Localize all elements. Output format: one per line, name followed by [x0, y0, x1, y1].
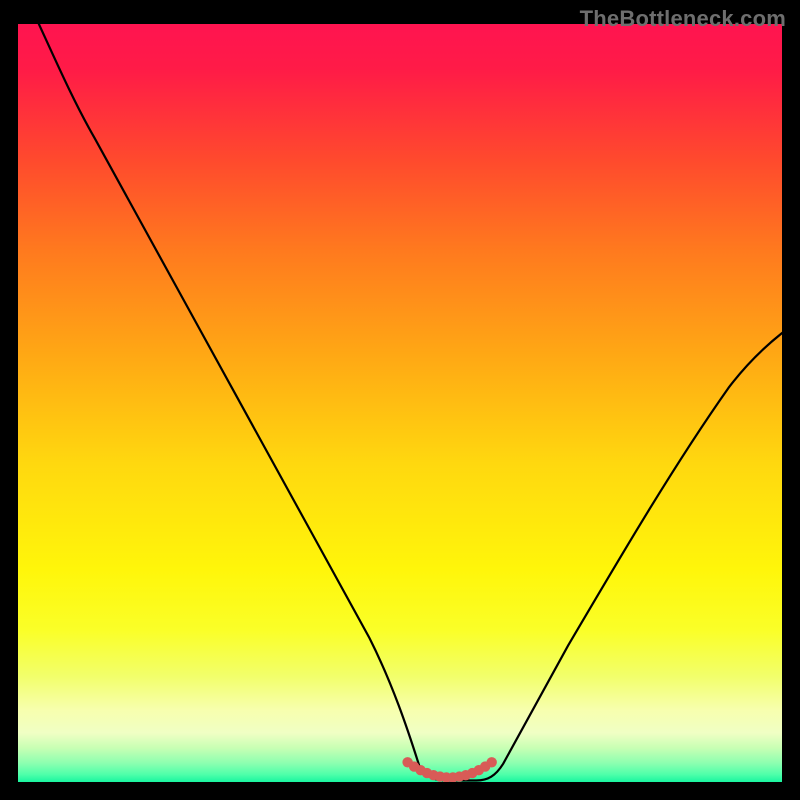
watermark-text: TheBottleneck.com [580, 6, 786, 32]
chart-frame: TheBottleneck.com [0, 0, 800, 800]
gradient-background [18, 24, 782, 782]
chart-svg [18, 24, 782, 782]
plot-area [18, 24, 782, 782]
